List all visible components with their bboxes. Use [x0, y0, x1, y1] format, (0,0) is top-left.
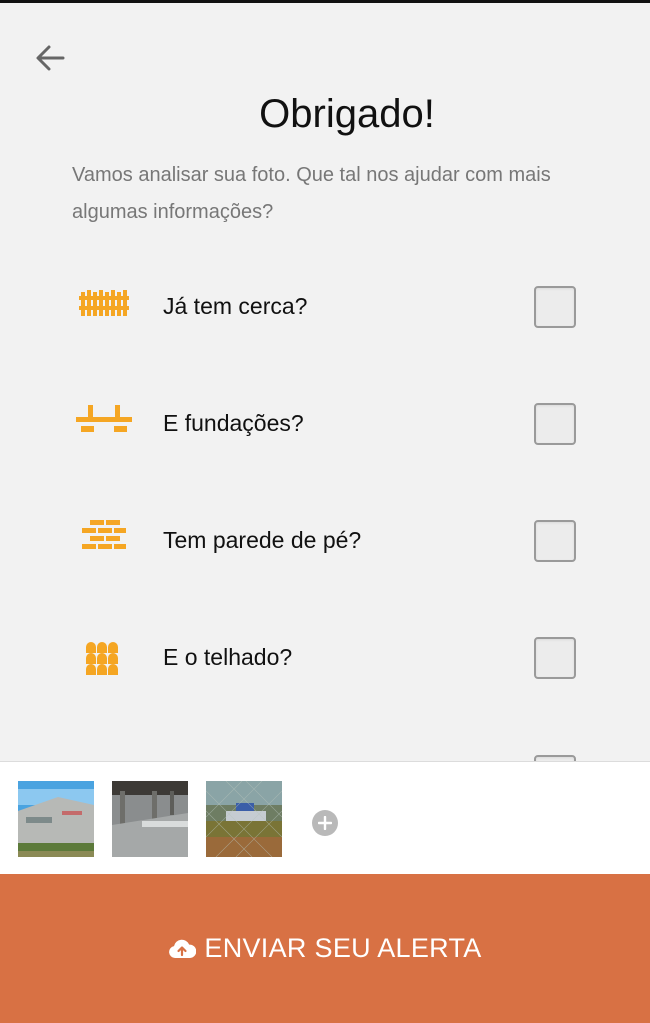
- roof-tiles-icon: [86, 642, 118, 675]
- submit-alert-button[interactable]: ENVIAR SEU ALERTA: [0, 874, 650, 1023]
- fence-checkbox[interactable]: [534, 286, 576, 328]
- add-photo-button[interactable]: [312, 810, 338, 836]
- page-title: Obrigado!: [259, 92, 435, 136]
- question-row-fence[interactable]: Já tem cerca?: [0, 246, 650, 363]
- photo-strip: [0, 761, 650, 874]
- question-list: Já tem cerca? E fundações? Tem parede de…: [0, 246, 650, 761]
- photo-thumbnail-2[interactable]: [112, 781, 188, 857]
- question-label: E o telhado?: [163, 644, 293, 670]
- question-row-partial[interactable]: [0, 714, 650, 761]
- question-row-foundation[interactable]: E fundações?: [0, 363, 650, 480]
- photo-thumbnail-1[interactable]: [18, 781, 94, 857]
- cloud-upload-icon: [168, 939, 197, 959]
- fence-icon: [79, 290, 129, 316]
- submit-label: ENVIAR SEU ALERTA: [204, 933, 482, 963]
- back-button[interactable]: [30, 40, 70, 76]
- wall-checkbox[interactable]: [534, 520, 576, 562]
- question-row-wall[interactable]: Tem parede de pé?: [0, 480, 650, 597]
- photo-thumbnail-3[interactable]: [206, 781, 282, 857]
- roof-checkbox[interactable]: [534, 637, 576, 679]
- plus-circle-icon: [318, 816, 332, 830]
- partial-item-icon: [76, 750, 132, 761]
- foundation-checkbox[interactable]: [534, 403, 576, 445]
- page-subtitle: Vamos analisar sua foto. Que tal nos aju…: [72, 164, 551, 223]
- question-label: Tem parede de pé?: [163, 527, 362, 553]
- top-border: [0, 0, 650, 3]
- arrow-left-icon: [36, 45, 65, 71]
- foundation-icon: [76, 405, 132, 432]
- question-row-roof[interactable]: E o telhado?: [0, 597, 650, 714]
- question-label: E fundações?: [163, 410, 304, 436]
- question-label: Já tem cerca?: [163, 293, 308, 319]
- brick-wall-icon: [82, 520, 126, 549]
